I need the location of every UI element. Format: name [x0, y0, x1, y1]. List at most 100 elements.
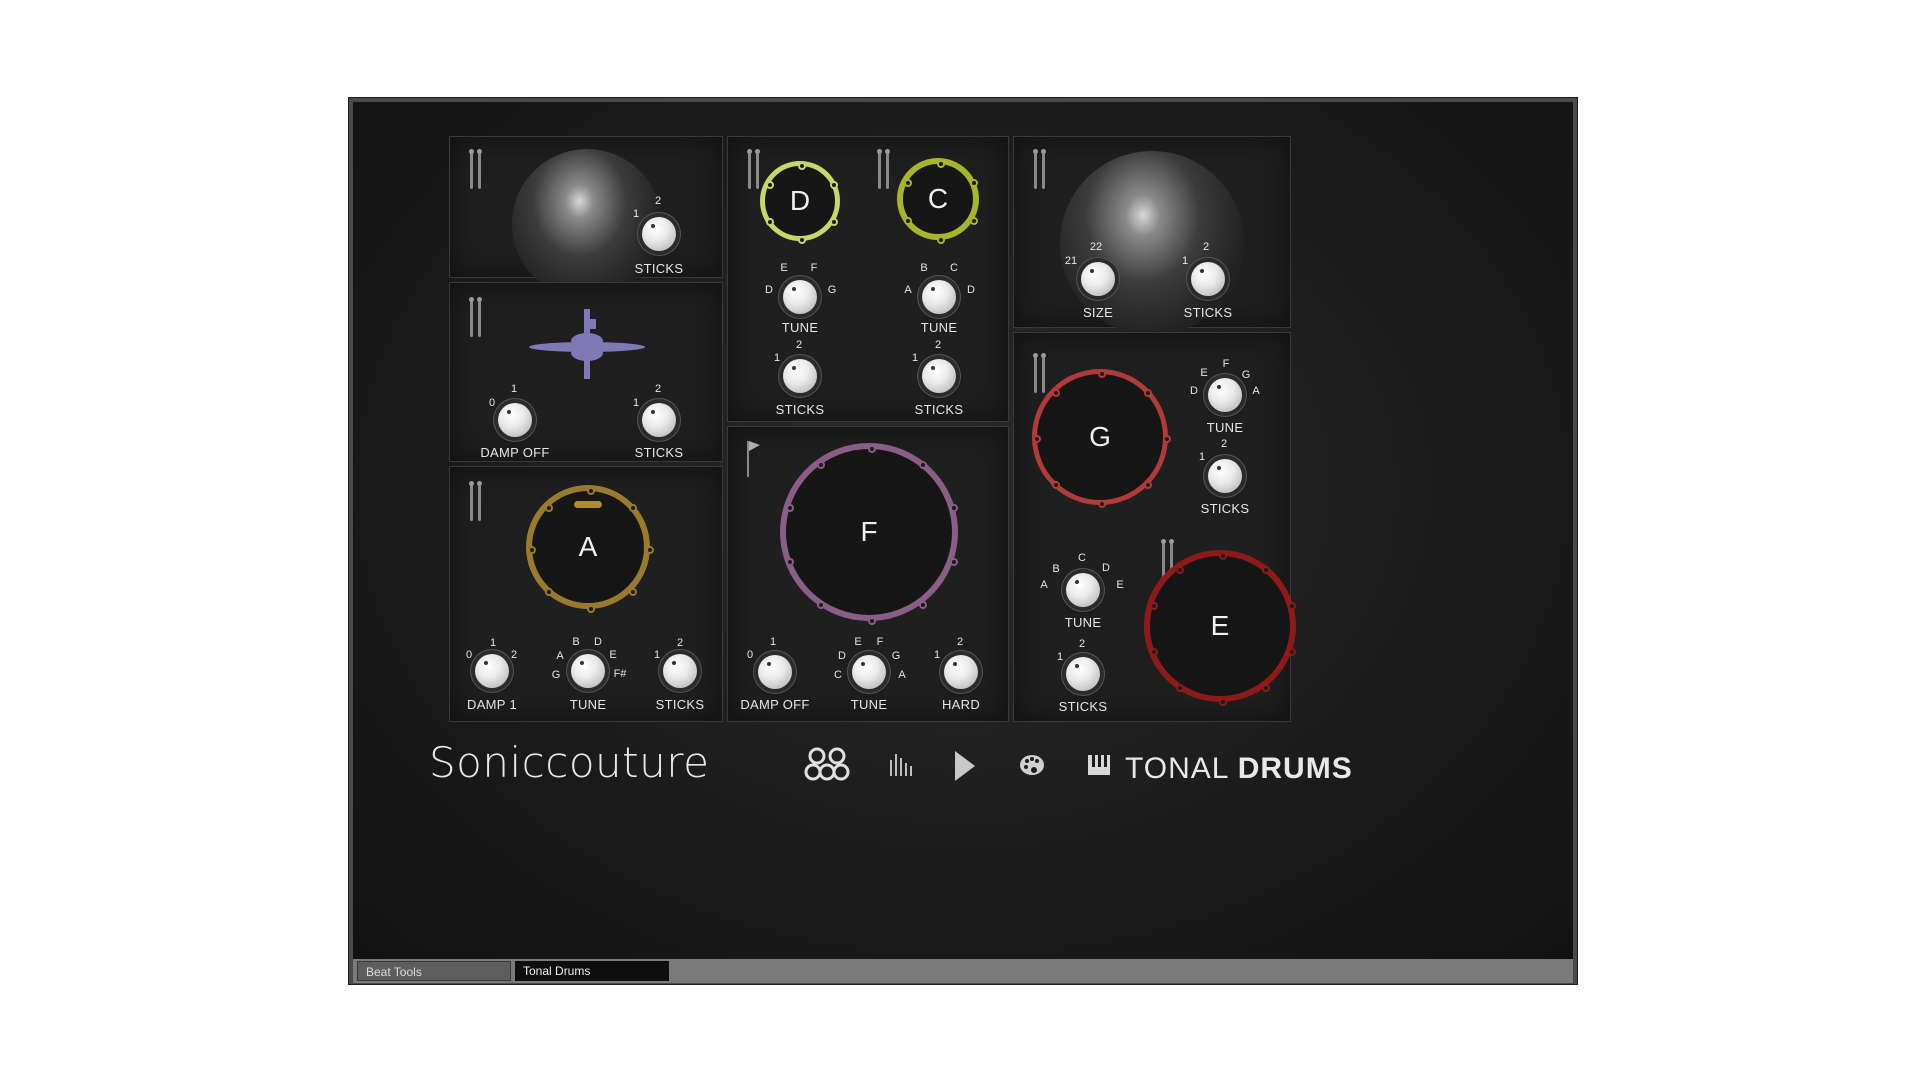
sticks-knob[interactable] — [642, 217, 676, 251]
tune-note-b: B — [1052, 563, 1060, 575]
hihat-panel: 0 1 DAMP OFF 1 2 STICKS — [449, 282, 723, 462]
tune-note-e: E — [1200, 367, 1208, 379]
drum-lug — [1149, 602, 1158, 611]
sticks-icon-g[interactable] — [1032, 353, 1048, 393]
drum-e-sticks-knob[interactable] — [1066, 657, 1100, 691]
sticks-icon-c[interactable] — [876, 149, 892, 189]
brand-logo: Soniccouture — [429, 738, 710, 787]
drum-lug — [1033, 435, 1041, 443]
drum-a-muffle — [574, 501, 602, 508]
sticks-knob[interactable] — [1191, 262, 1225, 296]
damp-knob[interactable] — [475, 654, 509, 688]
drum-lug — [868, 617, 876, 625]
tab-tonal-drums[interactable]: Tonal Drums — [515, 961, 669, 981]
tune-note-d: D — [838, 650, 846, 662]
tune-label: TUNE — [850, 697, 888, 712]
damp-label: DAMP OFF — [740, 697, 810, 712]
drum-lug — [1143, 389, 1152, 398]
damp-knob[interactable] — [498, 403, 532, 437]
drum-lug — [628, 504, 637, 513]
drum-c-tune-knob[interactable] — [922, 280, 956, 314]
tune-note-a: A — [556, 650, 564, 662]
drum-lug — [1219, 698, 1227, 706]
drum-lug — [830, 180, 839, 189]
drum-lug — [1288, 602, 1297, 611]
drum-lug — [969, 217, 978, 225]
drum-c-sticks-knob[interactable] — [922, 359, 956, 393]
drum-g-pad[interactable]: G — [1032, 369, 1171, 508]
tab-beat-tools[interactable]: Beat Tools — [357, 961, 511, 981]
drum-d-sticks-label: STICKS — [775, 402, 825, 417]
instrument-tab-bar: Beat Tools Tonal Drums — [353, 959, 1573, 983]
sticks-icon[interactable] — [468, 297, 484, 337]
product-title-light: TONAL — [1125, 752, 1229, 785]
size-value-21: 21 — [1064, 255, 1078, 267]
drum-lug — [765, 217, 774, 226]
drum-d-tune-knob[interactable] — [783, 280, 817, 314]
play-icon[interactable] — [953, 749, 977, 783]
sticks-value-2: 2 — [676, 637, 684, 649]
drum-lug — [868, 445, 876, 453]
hard-value-1: 1 — [933, 649, 941, 661]
tune-note-d: D — [765, 284, 773, 296]
drum-lug — [830, 217, 839, 226]
sticks-knob[interactable] — [663, 654, 697, 688]
hihat-icon[interactable] — [526, 309, 648, 383]
damp-knob[interactable] — [758, 655, 792, 689]
drum-g-sticks-knob[interactable] — [1208, 459, 1242, 493]
tune-note-e: E — [780, 262, 788, 274]
drum-e-pad[interactable]: E — [1144, 550, 1297, 706]
drum-f-pad[interactable]: F — [780, 443, 958, 625]
tonal-drums-plugin: 1 2 STICKS 0 1 DAMP OFF 1 2 STICKS A 0 1… — [353, 102, 1573, 959]
drum-d-pad[interactable]: D — [760, 161, 840, 244]
drum-g-tune-knob[interactable] — [1208, 378, 1242, 412]
tune-note-g: G — [551, 669, 561, 681]
drum-g-tune-label: TUNE — [1206, 420, 1244, 435]
tune-note-a: A — [898, 669, 906, 681]
drum-lug — [587, 487, 595, 495]
tune-knob[interactable] — [852, 655, 886, 689]
tune-note-c: C — [950, 262, 958, 274]
tune-note-d: D — [1102, 562, 1110, 574]
drum-c-pad[interactable]: C — [897, 158, 979, 244]
tune-label: TUNE — [569, 697, 607, 712]
tune-note-e: E — [854, 636, 862, 648]
tune-note-f: F — [1222, 358, 1230, 370]
knob-value-2: 2 — [654, 195, 662, 207]
tune-knob[interactable] — [571, 654, 605, 688]
kit-icon[interactable] — [804, 746, 850, 782]
drum-lug — [1261, 684, 1270, 693]
damp-value-0: 0 — [465, 649, 473, 661]
drum-c-sticks-label: STICKS — [914, 402, 964, 417]
tune-note-e: E — [609, 649, 617, 661]
cymbal-image[interactable] — [512, 149, 662, 299]
drum-lug — [817, 600, 826, 609]
sticks-label: STICKS — [634, 261, 684, 276]
hard-knob[interactable] — [944, 655, 978, 689]
drum-e-sticks-label: STICKS — [1058, 699, 1108, 714]
drum-lug — [528, 546, 536, 554]
drum-e-tune-knob[interactable] — [1066, 573, 1100, 607]
sticks-value-2: 2 — [654, 383, 662, 395]
size-knob[interactable] — [1081, 262, 1115, 296]
tune-note-b: B — [920, 262, 928, 274]
sticks-label: STICKS — [655, 697, 705, 712]
drum-lug — [798, 236, 806, 244]
sticks-icon[interactable] — [1032, 149, 1048, 189]
sticks-value-1: 1 — [911, 352, 919, 364]
sticks-knob[interactable] — [642, 403, 676, 437]
drum-d-sticks-knob[interactable] — [783, 359, 817, 393]
sticks-icon-d[interactable] — [746, 149, 762, 189]
sticks-icon[interactable] — [468, 481, 484, 521]
drum-g-sticks-label: STICKS — [1200, 501, 1250, 516]
tune-note-c: C — [834, 669, 842, 681]
palette-icon[interactable] — [1019, 754, 1045, 776]
hard-label: HARD — [941, 697, 981, 712]
flag-icon[interactable] — [746, 441, 762, 477]
mixer-icon[interactable] — [889, 754, 913, 776]
size-value-22: 22 — [1089, 241, 1103, 253]
sticks-icon[interactable] — [468, 149, 484, 189]
drum-lug — [1176, 684, 1185, 693]
keyboard-icon[interactable] — [1087, 754, 1111, 776]
damp-label: DAMP OFF — [480, 445, 550, 460]
